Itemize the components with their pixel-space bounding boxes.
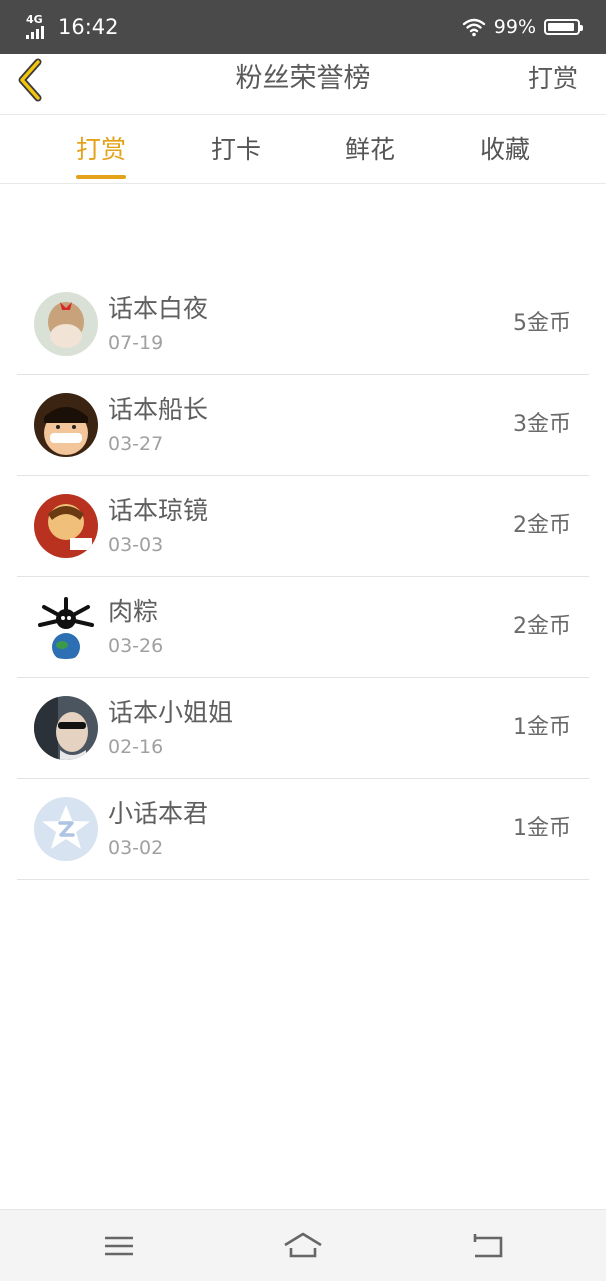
fan-name: 小话本君 xyxy=(108,799,209,828)
coin-amount: 1金币 xyxy=(513,715,571,740)
header: 粉丝荣誉榜 打赏 xyxy=(0,54,606,115)
home-button[interactable] xyxy=(283,1228,323,1264)
avatar xyxy=(34,292,98,356)
tab-flowers[interactable]: 鲜花 xyxy=(345,115,395,183)
fan-date: 07-19 xyxy=(108,332,164,354)
avatar xyxy=(34,393,98,457)
coin-amount: 2金币 xyxy=(513,614,571,639)
fan-date: 03-03 xyxy=(108,534,164,556)
back-icon xyxy=(473,1234,503,1258)
back-nav-button[interactable] xyxy=(467,1228,507,1264)
fan-date: 03-26 xyxy=(108,635,164,657)
reward-button[interactable]: 打赏 xyxy=(528,54,578,104)
tab-favorites[interactable]: 收藏 xyxy=(480,115,530,183)
fan-name: 话本白夜 xyxy=(108,294,209,323)
avatar xyxy=(34,494,98,558)
tab-label: 收藏 xyxy=(479,135,531,164)
page-title: 粉丝荣誉榜 xyxy=(235,63,371,94)
fan-list: 话本白夜 07-19 5金币 话本船长 03-27 3金币 话本琼镜 03-03… xyxy=(17,274,589,880)
list-item[interactable]: 话本琼镜 03-03 2金币 xyxy=(17,476,589,577)
fan-name: 话本船长 xyxy=(108,395,209,424)
home-icon xyxy=(284,1232,322,1258)
fan-date: 03-27 xyxy=(108,433,164,455)
coin-amount: 2金币 xyxy=(513,513,571,538)
tab-label: 打赏 xyxy=(75,135,127,164)
list-item[interactable]: 话本小姐姐 02-16 1金币 xyxy=(17,678,589,779)
fan-name: 话本琼镜 xyxy=(108,496,209,525)
coin-amount: 1金币 xyxy=(513,816,571,841)
fan-name: 肉粽 xyxy=(108,597,159,626)
list-item[interactable]: 小话本君 03-02 1金币 xyxy=(17,779,589,880)
tab-bar: 打赏 打卡 鲜花 收藏 xyxy=(0,115,606,184)
avatar xyxy=(34,696,98,760)
tab-reward[interactable]: 打赏 xyxy=(75,115,127,183)
tab-checkin[interactable]: 打卡 xyxy=(211,115,261,183)
status-bar: 4G 16:42 99% xyxy=(0,0,606,54)
tab-label: 打卡 xyxy=(210,135,262,164)
fan-name: 话本小姐姐 xyxy=(108,698,234,727)
battery-icon xyxy=(544,19,583,35)
network-type: 4G xyxy=(26,13,43,26)
tab-label: 鲜花 xyxy=(344,135,396,164)
status-left: 4G 16:42 xyxy=(26,12,119,42)
menu-icon xyxy=(105,1236,133,1256)
status-time: 16:42 xyxy=(58,15,119,39)
list-item[interactable]: 话本船长 03-27 3金币 xyxy=(17,375,589,476)
avatar xyxy=(34,595,98,659)
avatar xyxy=(34,797,98,861)
cellular-signal-icon: 4G xyxy=(26,14,52,40)
list-item[interactable]: 话本白夜 07-19 5金币 xyxy=(17,274,589,375)
fan-date: 03-02 xyxy=(108,837,164,859)
battery-percent: 99% xyxy=(493,16,536,38)
wifi-icon xyxy=(462,18,485,37)
coin-amount: 3金币 xyxy=(513,412,571,437)
tab-active-indicator xyxy=(75,175,127,179)
list-item[interactable]: 肉粽 03-26 2金币 xyxy=(17,577,589,678)
coin-amount: 5金币 xyxy=(513,311,571,336)
system-nav-bar xyxy=(0,1209,606,1281)
status-right: 99% xyxy=(462,12,583,42)
fan-date: 02-16 xyxy=(108,736,164,758)
menu-button[interactable] xyxy=(99,1228,139,1264)
